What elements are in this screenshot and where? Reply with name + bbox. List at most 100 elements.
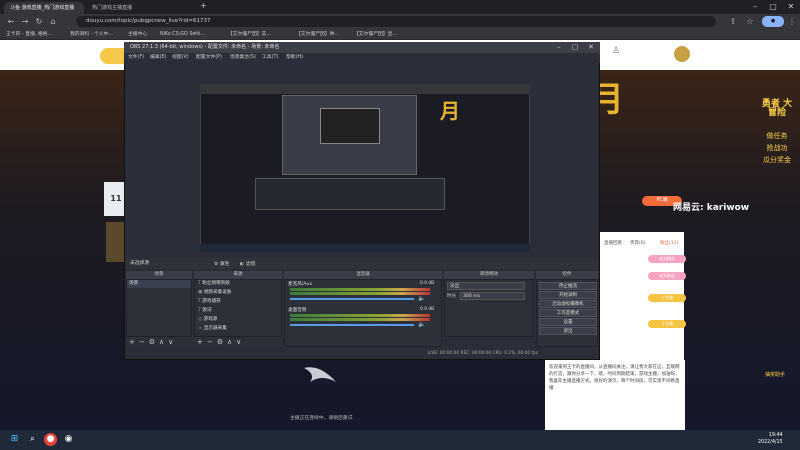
system-clock: 19:44 2022/4/15: [758, 432, 783, 446]
source-item[interactable]: ◎ 游戏源: [196, 316, 278, 324]
stream-offline-logo: [304, 367, 336, 382]
back-icon[interactable]: ←: [6, 16, 16, 27]
source-label: 粉丝捐赠贡献: [202, 281, 230, 286]
status-text: LIVE: 00:00:00 REC: 00:00:00 CPU: 0.1%, …: [427, 351, 538, 356]
tab-streamers[interactable]: 热门游戏主播直播: [86, 2, 196, 14]
chat-tab-vip[interactable]: 贵宾(0): [630, 240, 645, 246]
address-bar[interactable]: douyu.com/topic/pubgpcnew_live?rid=61737: [76, 16, 716, 27]
start-recording-button[interactable]: 开始录制: [539, 291, 597, 299]
sources-dock-header: 来源: [194, 271, 282, 279]
follow-streamer-button[interactable]: 十主播: [648, 320, 686, 328]
promo-button[interactable]: 瓜分奖金: [760, 156, 794, 165]
chrome-icon[interactable]: ●: [44, 433, 57, 446]
obs-close-button[interactable]: ✕: [582, 42, 600, 53]
menu-help[interactable]: 帮助(H): [286, 53, 303, 63]
forward-icon[interactable]: →: [20, 16, 30, 27]
profile-button[interactable]: ●: [762, 16, 784, 27]
menu-icon[interactable]: ⋮: [787, 16, 797, 27]
watermark-text: 网易云: kariwow: [673, 203, 750, 213]
duration-label: 时长: [447, 294, 457, 299]
scenes-toolbar[interactable]: +−⚙︎∧∨: [126, 337, 192, 347]
announcement-text: 欢迎来到王卡的直播间，从直播间关注，请让我大家在这，互联网的打造，跟你分享一下，…: [549, 365, 680, 391]
home-icon[interactable]: ⌂: [48, 16, 58, 27]
menu-profile[interactable]: 配置文件(P): [196, 53, 222, 63]
bookmark-item[interactable]: 【艾尔僵尸团】显...: [354, 30, 397, 39]
desktop-level-meter: [290, 314, 430, 317]
mic-volume-slider[interactable]: [290, 298, 414, 300]
menu-file[interactable]: 文件(F): [128, 53, 144, 63]
url-text: douyu.com/topic/pubgpcnew_live?rid=61737: [86, 18, 211, 24]
maximize-button[interactable]: ▢: [764, 0, 782, 14]
become-fan-button[interactable]: 成为粉丝: [648, 272, 686, 280]
scene-item[interactable]: 场景: [127, 280, 191, 288]
duration-input[interactable]: 300 ms: [460, 292, 525, 300]
minimize-button[interactable]: –: [746, 0, 764, 14]
bookmark-item[interactable]: 主播中心: [128, 30, 147, 39]
become-fan-button[interactable]: 成为粉丝: [648, 255, 686, 263]
stop-streaming-button[interactable]: 停止推流: [539, 282, 597, 290]
mic-speaker-icon[interactable]: 🔈: [418, 295, 425, 302]
chat-tab-fans[interactable]: 粉丝(11): [660, 240, 678, 246]
menu-edit[interactable]: 编辑(E): [150, 53, 166, 63]
source-label: 歌词: [202, 308, 212, 313]
filters-label: 滤镜: [245, 262, 256, 267]
windows-taskbar: [0, 430, 800, 450]
windows-start-icon[interactable]: ⊞: [8, 433, 21, 446]
filters-button[interactable]: ◐ 滤镜: [240, 260, 255, 267]
sources-toolbar[interactable]: +−⚙︎∧∨: [194, 337, 282, 347]
lottery-assistant-badge[interactable]: 抽奖助手: [758, 362, 792, 388]
promo-button[interactable]: 做任务: [760, 132, 794, 141]
source-item[interactable]: T 粉丝捐赠贡献: [196, 280, 278, 288]
bookmark-item[interactable]: 我的资料 - 个人中...: [70, 30, 113, 39]
chat-tab-replay[interactable]: 直播回看: [604, 240, 622, 246]
tab-label: 斗鱼·游戏直播_热门游戏直播: [10, 5, 75, 11]
menu-tools[interactable]: 工具(T): [262, 53, 278, 63]
menu-view[interactable]: 视图(V): [172, 53, 189, 63]
promo-button[interactable]: 抢战功: [760, 144, 794, 153]
share-icon[interactable]: ⇪: [728, 16, 738, 27]
preview-nested-preview: [320, 108, 380, 144]
source-item[interactable]: ▭ 显示器采集: [196, 325, 278, 333]
search-icon[interactable]: ⌕: [26, 433, 39, 446]
notification-icon[interactable]: ♙: [612, 46, 626, 60]
source-label: 游戏捕获: [202, 299, 221, 304]
source-item[interactable]: ▣ 视频采集设备: [196, 289, 278, 297]
settings-button[interactable]: 设置: [539, 318, 597, 326]
source-item[interactable]: T 歌词: [196, 307, 278, 315]
controls-dock-header: 控件: [536, 271, 598, 279]
reload-icon[interactable]: ↻: [34, 16, 44, 27]
desktop-level-meter: [290, 318, 430, 321]
follow-streamer-button[interactable]: 十主播: [648, 294, 686, 302]
bookmark-item[interactable]: NiKo CS:GO Setti...: [160, 30, 205, 39]
promo-title: 勇者 大冒险: [761, 99, 793, 118]
menu-scene-collection[interactable]: 场景集合(S): [230, 53, 256, 63]
transition-select[interactable]: 淡出: [447, 282, 525, 290]
bookmark-item[interactable]: 王卡的 - 直播, 格格...: [6, 30, 52, 39]
properties-button[interactable]: ⚙ 属性: [214, 260, 229, 267]
obs-status-bar: LIVE: 00:00:00 REC: 00:00:00 CPU: 0.1%, …: [126, 349, 598, 358]
exit-button[interactable]: 退出: [539, 327, 597, 335]
preview-banner: 月: [440, 99, 460, 123]
close-button[interactable]: ✕: [782, 0, 800, 14]
tab-douyu[interactable]: 斗鱼·游戏直播_热门游戏直播: [4, 2, 84, 14]
bookmark-star-icon[interactable]: ☆: [745, 16, 755, 27]
promo-sidebar: 勇者 大冒险 做任务 抢战功 瓜分奖金: [760, 100, 794, 230]
obs-taskbar-icon[interactable]: ◉: [62, 433, 75, 446]
source-item[interactable]: T 游戏捕获: [196, 298, 278, 306]
source-label: 游戏源: [203, 317, 218, 322]
mic-level-meter: [290, 292, 430, 295]
transitions-dock-header: 转场特效: [444, 271, 534, 279]
event-banner: 月: [590, 80, 624, 120]
virtual-camera-button[interactable]: 启动虚拟摄像机: [539, 300, 597, 308]
bookmark-item[interactable]: 【艾尔僵尸团】钟...: [296, 30, 339, 39]
new-tab-button[interactable]: +: [200, 1, 207, 10]
no-source-label: 未选择源: [130, 261, 150, 266]
properties-label: 属性: [219, 262, 230, 267]
desktop-volume-slider[interactable]: [290, 324, 414, 326]
studio-mode-button[interactable]: 工作室模式: [539, 309, 597, 317]
avatar[interactable]: [674, 46, 690, 62]
mic-level-meter: [290, 288, 430, 291]
preview-nested-mixer: [255, 178, 445, 210]
desktop-speaker-icon[interactable]: 🔈: [418, 321, 425, 328]
bookmark-item[interactable]: 【艾尔僵尸团】实...: [228, 30, 271, 39]
